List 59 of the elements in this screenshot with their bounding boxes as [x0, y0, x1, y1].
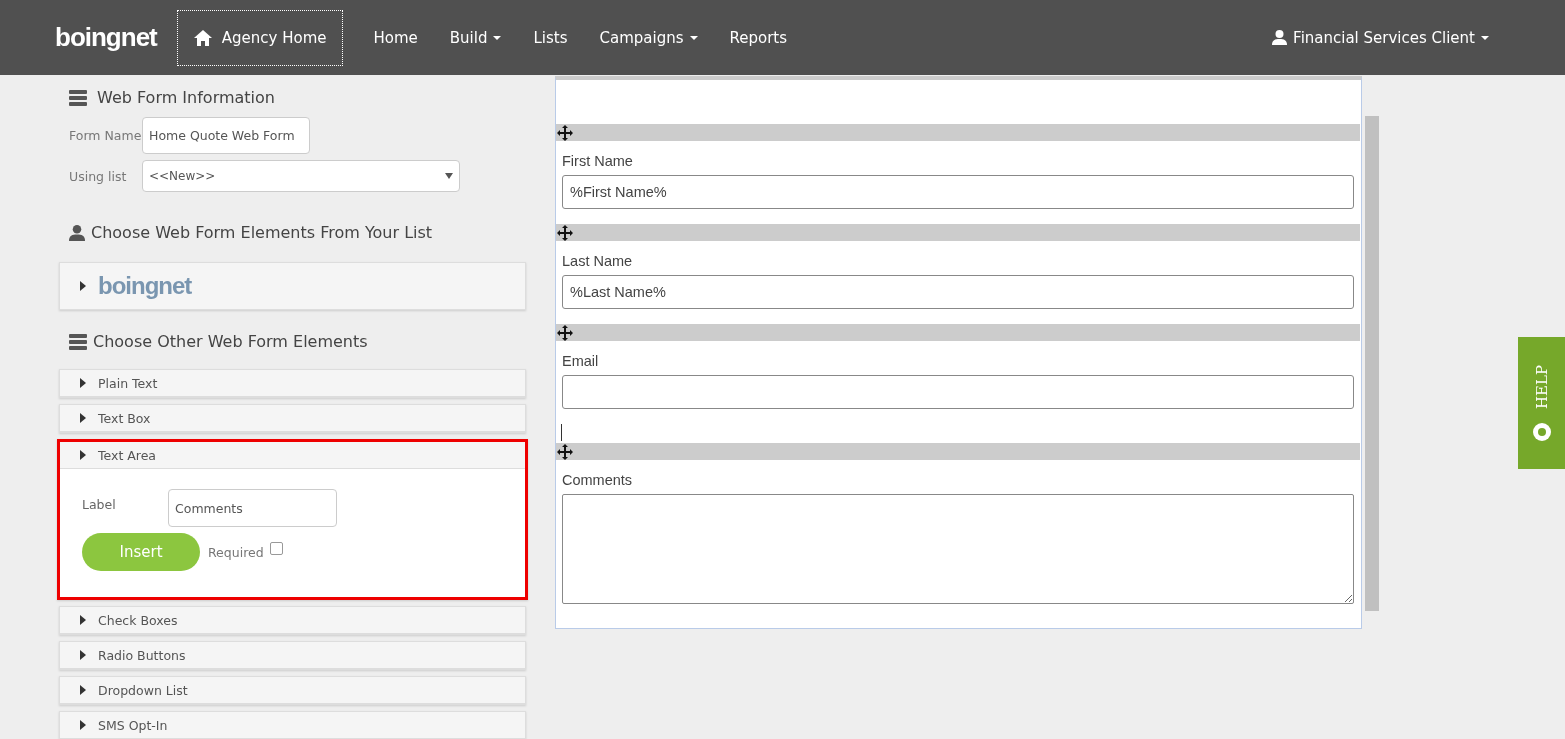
field-label: Comments: [562, 472, 634, 488]
list-dropdown[interactable]: <<New>>: [142, 160, 460, 192]
accordion-header[interactable]: Dropdown List: [60, 677, 525, 704]
required-checkbox[interactable]: [269, 541, 283, 555]
field-label: Form Name: [69, 128, 142, 143]
help-icon: [1532, 423, 1551, 442]
triangle-icon: [80, 650, 86, 660]
user-menu[interactable]: Financial Services Client: [1256, 28, 1505, 47]
accordion-header[interactable]: Plain Text: [60, 370, 525, 397]
nav-link[interactable]: Home: [357, 28, 434, 47]
caret-icon: [689, 35, 698, 40]
caret-icon: [493, 35, 502, 40]
server-icon: [69, 333, 87, 350]
accordion-header[interactable]: Radio Buttons: [60, 642, 525, 669]
agency-home-button[interactable]: Agency Home: [176, 9, 344, 66]
accordion-header[interactable]: Check Boxes: [60, 607, 525, 634]
home-icon: [193, 29, 212, 46]
nav-link[interactable]: Reports: [713, 28, 804, 47]
nav-link[interactable]: Lists: [517, 28, 584, 47]
text-field[interactable]: %Last Name%: [562, 275, 1354, 309]
field-label: Using list: [69, 168, 128, 184]
triangle-icon: [80, 720, 86, 730]
section-title: Choose Other Web Form Elements: [93, 332, 368, 351]
server-icon: [69, 89, 87, 106]
accordion-header[interactable]: Text Area: [60, 442, 525, 469]
user-icon: [1272, 30, 1288, 45]
text-area[interactable]: [562, 494, 1354, 604]
accordion-header[interactable]: SMS Opt-In: [60, 712, 525, 739]
text-cursor: [561, 424, 562, 441]
section-title: Web Form Information: [97, 88, 275, 107]
field-label: Email: [562, 353, 600, 369]
field-label: Last Name: [562, 253, 634, 269]
triangle-icon: [80, 615, 86, 625]
logo[interactable]: boingnet: [55, 22, 157, 53]
caret-icon: [1481, 35, 1489, 40]
triangle-icon: [80, 413, 86, 423]
move-icon[interactable]: [557, 224, 573, 241]
form-name-field[interactable]: Home Quote Web Form: [142, 117, 310, 154]
label-field[interactable]: Comments: [168, 489, 337, 527]
triangle-icon: [80, 378, 86, 388]
accordion-header[interactable]: Text Box: [60, 405, 525, 432]
scrollbar[interactable]: [1365, 116, 1379, 611]
section-title: Choose Web Form Elements From Your List: [91, 223, 433, 242]
nav-link[interactable]: Campaigns: [583, 28, 714, 47]
checkbox-label: Required: [208, 544, 264, 560]
user-icon: [69, 224, 85, 241]
text-field[interactable]: [562, 375, 1354, 409]
field-label: Label: [82, 497, 117, 512]
triangle-icon: [80, 281, 86, 291]
logo: boingnet: [98, 272, 192, 300]
triangle-icon: [80, 450, 86, 460]
field-label: First Name: [562, 153, 634, 169]
triangle-icon: [80, 685, 86, 695]
move-icon[interactable]: [557, 324, 573, 341]
text-field[interactable]: %First Name%: [562, 175, 1354, 209]
move-icon[interactable]: [557, 124, 573, 141]
nav-link[interactable]: Build: [433, 28, 518, 47]
dropdown-arrow-icon: [445, 173, 453, 179]
move-icon[interactable]: [557, 443, 573, 460]
